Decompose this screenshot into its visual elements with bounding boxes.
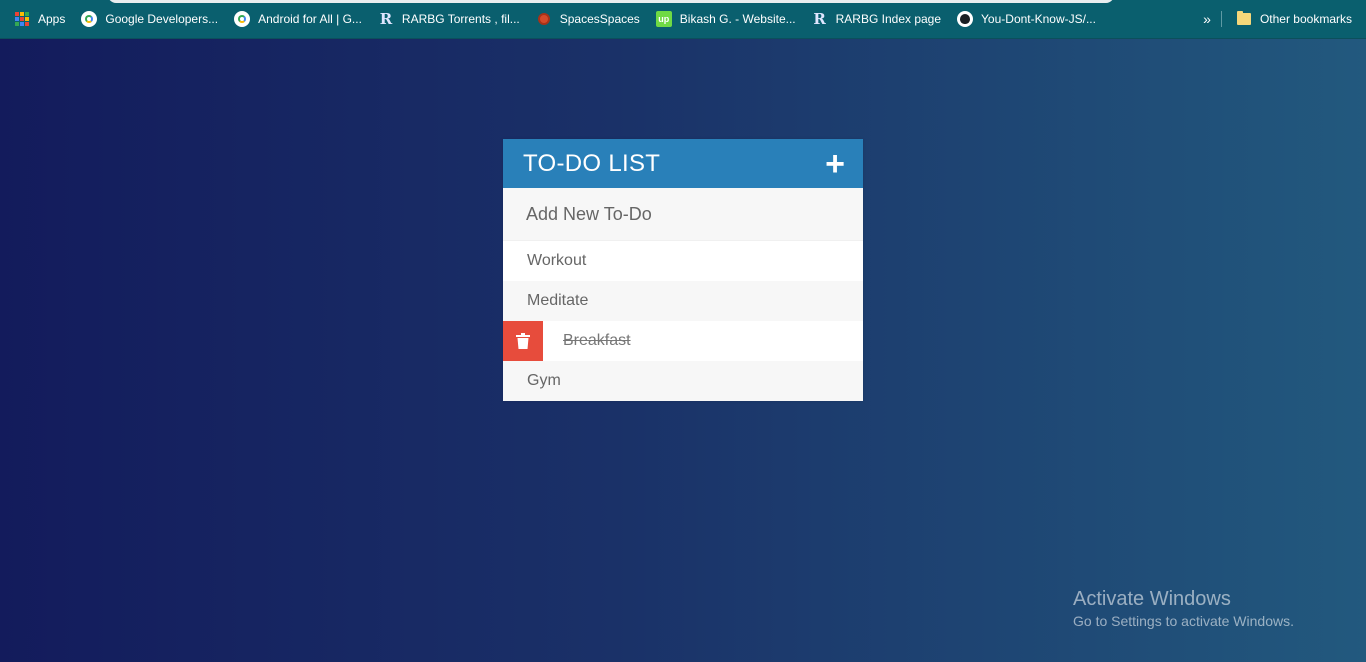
todo-item-meditate[interactable]: Meditate	[503, 281, 863, 321]
todo-item-breakfast[interactable]: Breakfast	[503, 321, 863, 361]
google-developers-icon	[81, 11, 98, 27]
add-todo-plus-icon[interactable]: +	[825, 147, 845, 181]
todo-item-gym[interactable]: Gym	[503, 361, 863, 401]
rarbg-icon: R	[813, 10, 826, 28]
apps-grid-icon	[14, 11, 30, 27]
watermark-subtitle: Go to Settings to activate Windows.	[1073, 613, 1294, 629]
folder-icon	[1236, 11, 1252, 27]
bookmarks-bar: Apps Google Developers... Android for Al…	[0, 0, 1366, 39]
address-bar-edge	[108, 0, 1114, 3]
bookmark-apps[interactable]: Apps	[6, 5, 73, 33]
bookmark-you-dont-know-js[interactable]: You-Dont-Know-JS/...	[949, 5, 1104, 33]
bookmark-bikash-website[interactable]: up Bikash G. - Website...	[648, 5, 804, 33]
google-developers-icon	[234, 11, 251, 27]
activate-windows-watermark: Activate Windows Go to Settings to activ…	[1073, 587, 1294, 631]
todo-list: Workout Meditate Breakfast Gym	[503, 241, 863, 401]
todo-item-label: Workout	[527, 252, 587, 269]
bookmark-other-bookmarks[interactable]: Other bookmarks	[1228, 5, 1360, 33]
watermark-title: Activate Windows	[1073, 588, 1231, 610]
todo-title: TO-DO LIST	[523, 149, 661, 177]
bookmark-label: RARBG Torrents , fil...	[401, 12, 520, 26]
todo-item-label: Meditate	[527, 292, 589, 309]
bookmark-rarbg-index[interactable]: R RARBG Index page	[804, 5, 949, 33]
upwork-icon: up	[655, 11, 672, 27]
bookmarks-divider	[1220, 11, 1222, 27]
bookmark-label: You-Dont-Know-JS/...	[981, 12, 1096, 26]
bookmark-spacesspaces[interactable]: SpacesSpaces	[528, 5, 648, 33]
bookmark-google-developers[interactable]: Google Developers...	[73, 5, 226, 33]
spaces-icon	[536, 11, 552, 27]
todo-item-label: Gym	[527, 372, 561, 389]
bookmark-label: Google Developers...	[105, 12, 219, 26]
github-icon	[957, 11, 974, 27]
bookmark-label: SpacesSpaces	[559, 12, 640, 26]
bookmarks-overflow-chevron-icon[interactable]: »	[1197, 11, 1217, 27]
bookmark-android-for-all[interactable]: Android for All | G...	[226, 5, 370, 33]
new-todo-input[interactable]	[503, 188, 863, 241]
rarbg-icon: R	[379, 10, 393, 28]
todo-card: TO-DO LIST + Workout Meditate Breakfast …	[503, 139, 863, 401]
trash-icon[interactable]	[503, 321, 543, 361]
bookmark-label: Android for All | G...	[258, 12, 362, 26]
bookmark-label: Other bookmarks	[1259, 12, 1352, 26]
bookmark-label: Apps	[38, 12, 66, 26]
bookmark-label: Bikash G. - Website...	[679, 12, 796, 26]
bookmark-rarbg-torrents[interactable]: R RARBG Torrents , fil...	[370, 5, 528, 33]
bookmark-label: RARBG Index page	[835, 12, 942, 26]
todo-item-label: Breakfast	[563, 332, 631, 349]
todo-item-workout[interactable]: Workout	[503, 241, 863, 281]
todo-header: TO-DO LIST +	[503, 139, 863, 188]
